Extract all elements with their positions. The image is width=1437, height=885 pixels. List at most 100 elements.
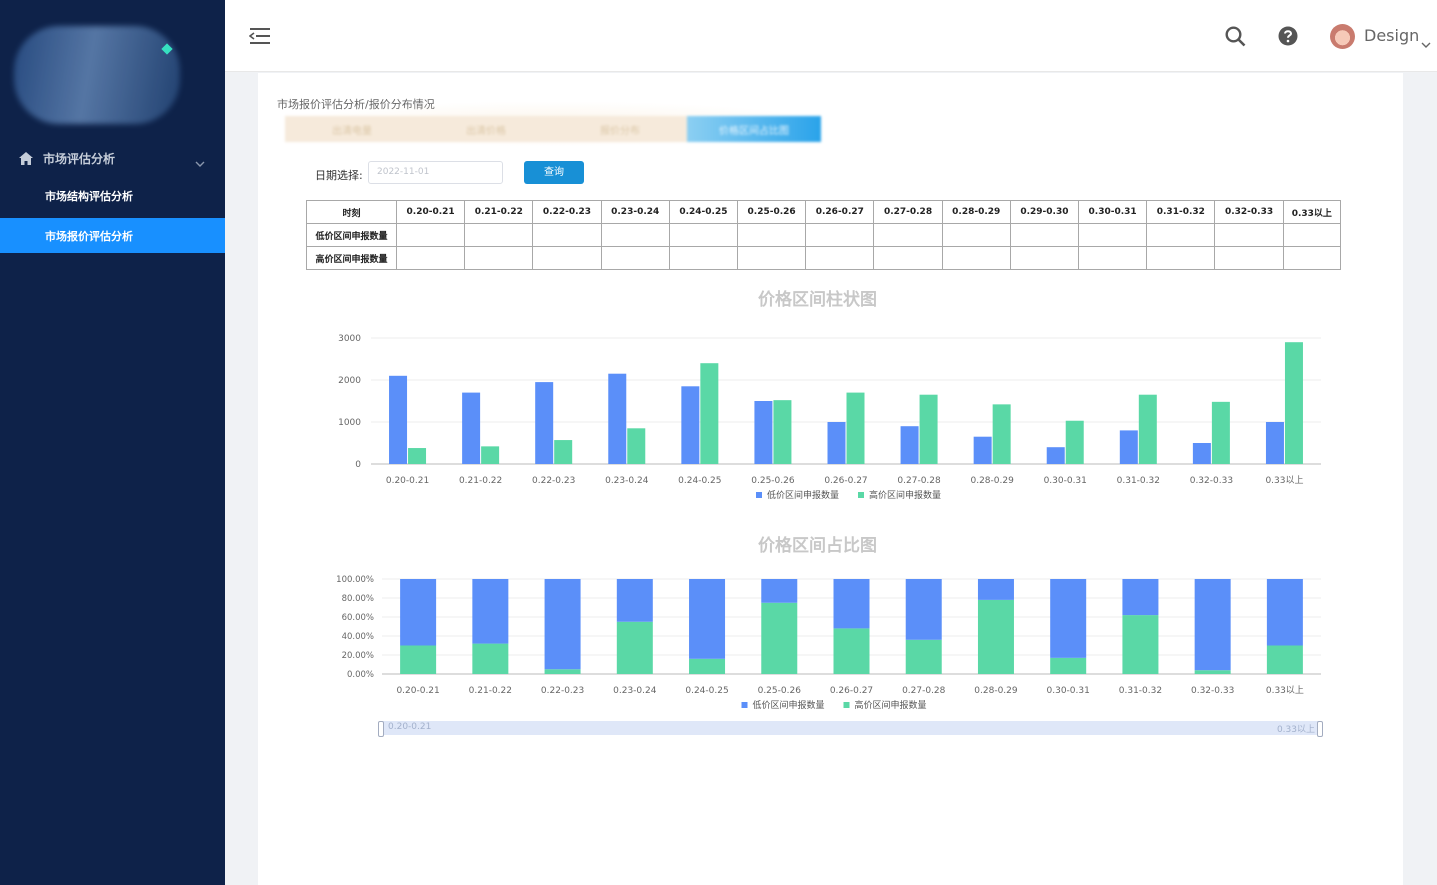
bar-high[interactable] (627, 428, 646, 464)
bar-low[interactable] (905, 579, 942, 640)
bar-low[interactable] (608, 373, 627, 464)
bar-high[interactable] (554, 440, 573, 464)
legend-label-low: 低价区间申报数量 (753, 699, 825, 711)
sidebar-item-structure-evaluation[interactable]: 市场结构评估分析 (0, 178, 225, 213)
bar-low[interactable] (681, 386, 700, 464)
bar-low[interactable] (973, 436, 992, 464)
bar-low[interactable] (761, 579, 798, 603)
table-header-cell: 0.33以上 (1282, 200, 1342, 224)
table-header-cell: 0.31-0.32 (1146, 200, 1216, 224)
bar-low[interactable] (1122, 579, 1159, 616)
bar-low[interactable] (900, 426, 919, 464)
bar-high[interactable] (977, 599, 1014, 674)
bar-high[interactable] (1266, 645, 1303, 675)
logo (14, 26, 180, 124)
bar-high[interactable] (992, 404, 1011, 464)
table-header-cell: 0.26-0.27 (805, 200, 875, 224)
bar-high[interactable] (761, 602, 798, 674)
x-tick-label: 0.21-0.22 (469, 686, 512, 696)
table-header-cell: 0.25-0.26 (737, 200, 807, 224)
table-cell (873, 223, 943, 247)
chevron-down-icon (195, 153, 205, 172)
table-cell (941, 223, 1011, 247)
query-button[interactable]: 查询 (524, 161, 584, 184)
sidebar-group-label: 市场评估分析 (43, 151, 116, 166)
bar-high[interactable] (773, 400, 792, 464)
table-header-cell: 0.30-0.31 (1078, 200, 1148, 224)
tab-quote-distribution[interactable]: 报价分布 (553, 116, 687, 142)
bar-high[interactable] (1194, 670, 1231, 674)
bar-high[interactable] (544, 669, 581, 674)
bar-high[interactable] (1284, 342, 1303, 464)
bar-high[interactable] (616, 621, 653, 674)
table-cell (1282, 246, 1342, 270)
bar-high[interactable] (1065, 420, 1084, 464)
bar-low[interactable] (535, 382, 554, 464)
date-picker-input[interactable]: 2022-11-01 (368, 161, 503, 184)
bar-low[interactable] (1265, 422, 1284, 464)
x-tick-label: 0.27-0.28 (897, 476, 941, 486)
x-tick-label: 0.33以上 (1265, 475, 1303, 486)
bar-high[interactable] (1138, 394, 1157, 464)
chart-legend[interactable]: 低价区间申报数量 高价区间申报数量 (741, 699, 927, 711)
tab-bar: 出清电量 出清价格 报价分布 价格区间占比图 (285, 116, 821, 142)
chart-legend[interactable]: 低价区间申报数量 高价区间申报数量 (756, 489, 941, 501)
table-cell (668, 223, 739, 247)
bar-low[interactable] (1266, 579, 1303, 646)
bar-low[interactable] (1050, 579, 1087, 658)
bar-high[interactable] (919, 394, 938, 464)
bar-low[interactable] (754, 401, 773, 464)
bar-high[interactable] (1050, 657, 1087, 674)
bar-high[interactable] (846, 392, 865, 464)
avatar[interactable] (1330, 24, 1355, 49)
bar-low[interactable] (400, 579, 437, 646)
bar-low[interactable] (472, 579, 509, 644)
table-cell (395, 223, 466, 247)
table-cell (1009, 223, 1080, 247)
bar-high[interactable] (905, 639, 942, 674)
bar-high[interactable] (1211, 401, 1230, 464)
x-tick-label: 0.32-0.33 (1190, 476, 1233, 486)
bar-low[interactable] (1119, 430, 1138, 464)
bar-high[interactable] (689, 658, 726, 674)
bar-high[interactable] (1122, 615, 1159, 674)
bar-low[interactable] (827, 422, 846, 464)
bar-low[interactable] (1194, 579, 1231, 671)
table-header-cell: 0.22-0.23 (532, 200, 602, 224)
bar-low[interactable] (462, 392, 481, 464)
bar-high[interactable] (400, 645, 437, 675)
search-icon[interactable] (1225, 26, 1246, 51)
legend-swatch-high (858, 492, 864, 498)
bar-high[interactable] (472, 643, 509, 674)
table-cell (600, 246, 670, 270)
bar-low[interactable] (689, 579, 726, 659)
help-icon[interactable] (1278, 26, 1298, 50)
tab-clearing-price[interactable]: 出清价格 (419, 116, 553, 142)
sidebar-item-quote-evaluation[interactable]: 市场报价评估分析 (0, 218, 225, 253)
legend-swatch-low (756, 492, 762, 498)
sidebar-item-label: 市场报价评估分析 (45, 229, 133, 243)
bar-low[interactable] (977, 579, 1014, 600)
bar-high[interactable] (700, 363, 719, 464)
bar-high[interactable] (481, 446, 500, 464)
bar-low[interactable] (616, 579, 653, 622)
bar-high[interactable] (408, 448, 427, 464)
zoom-handle-left[interactable] (378, 721, 384, 737)
bar-low[interactable] (833, 579, 870, 629)
bar-low[interactable] (1192, 443, 1211, 464)
data-zoom-slider[interactable]: 0.20-0.21 0.33以上 (378, 721, 1323, 737)
x-tick-label: 0.22-0.23 (532, 476, 575, 486)
chevron-down-icon[interactable] (1421, 33, 1431, 52)
sidebar-group-market-evaluation[interactable]: 市场评估分析 (0, 140, 225, 176)
tab-price-ratio[interactable]: 价格区间占比图 (687, 116, 821, 142)
bar-low[interactable] (1046, 447, 1065, 464)
table-cell (1214, 246, 1284, 270)
bar-high[interactable] (833, 628, 870, 674)
user-name[interactable]: Design (1364, 26, 1419, 45)
x-tick-label: 0.28-0.29 (970, 476, 1014, 486)
zoom-handle-right[interactable] (1317, 721, 1323, 737)
menu-fold-icon[interactable] (248, 27, 271, 49)
tab-clearing-volume[interactable]: 出清电量 (285, 116, 419, 142)
bar-low[interactable] (389, 375, 408, 464)
bar-low[interactable] (544, 579, 581, 670)
